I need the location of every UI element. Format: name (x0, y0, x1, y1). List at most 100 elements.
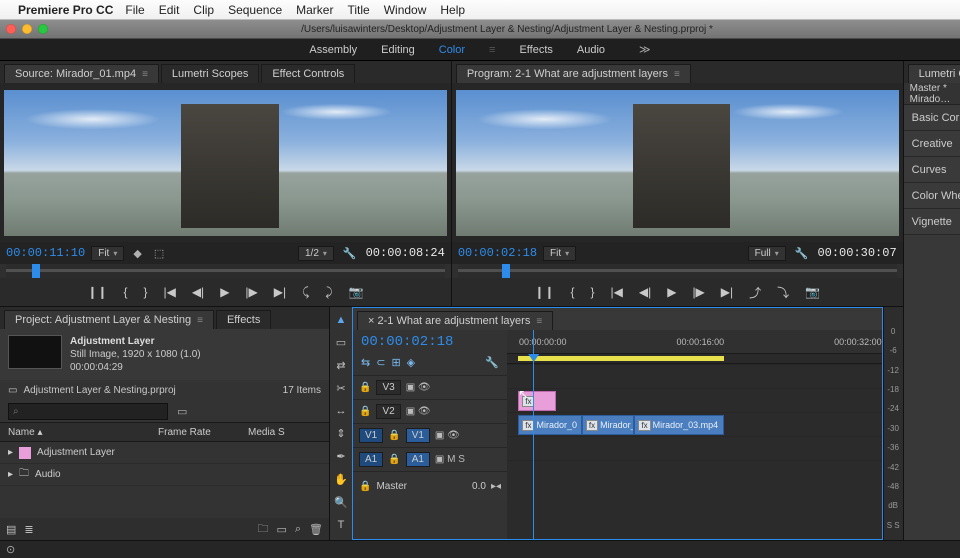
source-fit-dropdown[interactable]: Fit (91, 246, 124, 261)
sequence-overview[interactable] (507, 354, 882, 364)
timeline-timecode[interactable]: 00:00:02:18 (353, 330, 507, 354)
effect-controls-tab[interactable]: Effect Controls (261, 64, 355, 83)
menu-sequence[interactable]: Sequence (228, 3, 282, 17)
lumetri-master-row[interactable]: Master * Mirado…▾ 2-1 What are… (904, 83, 960, 105)
effects-tab[interactable]: Effects (216, 310, 271, 329)
export-frame-icon[interactable]: 📷 (802, 283, 823, 301)
mark-out-icon[interactable]: } (587, 283, 597, 301)
menu-clip[interactable]: Clip (193, 3, 214, 17)
menu-edit[interactable]: Edit (159, 3, 180, 17)
ripple-tool-icon[interactable]: ⇄ (336, 356, 345, 375)
lumetri-basic-correction[interactable]: Basic Correction✔ (904, 105, 960, 131)
timeline-tracks-area[interactable]: 00:00:00:0000:00:16:0000:00:32:00 fx ↖ f… (507, 330, 882, 539)
export-frame-icon[interactable]: 📷 (346, 283, 367, 301)
panel-menu-icon[interactable]: ≡ (536, 316, 542, 327)
time-ruler[interactable]: 00:00:00:0000:00:16:0000:00:32:00 (507, 330, 882, 354)
settings-icon[interactable]: ◈ (407, 356, 415, 369)
go-out-icon[interactable]: ▶| (718, 283, 736, 301)
step-back-icon[interactable]: ◀| (189, 283, 207, 301)
workspace-editing[interactable]: Editing (381, 44, 415, 56)
track-v2[interactable]: fx ↖ (507, 388, 882, 412)
workspace-color[interactable]: Color (439, 44, 465, 56)
project-search-input[interactable] (8, 403, 168, 420)
track-v1[interactable]: fxMirador_0 fxMirador_ fxMirador_03.mp4 (507, 412, 882, 436)
source-resolution-dropdown[interactable]: 1/2 (298, 246, 334, 261)
bin-name[interactable]: Adjustment Layer & Nesting.prproj (23, 385, 175, 396)
menu-marker[interactable]: Marker (296, 3, 333, 17)
hand-tool-icon[interactable]: ✋ (334, 470, 348, 489)
marker-icon[interactable]: ⊞ (391, 356, 400, 369)
slip-tool-icon[interactable]: ↔ (336, 402, 347, 420)
list-item[interactable]: ▸ Adjustment Layer (0, 442, 329, 464)
sequence-tab[interactable]: × 2-1 What are adjustment layers≡ (357, 311, 553, 330)
find-icon[interactable]: ⌕ (295, 523, 301, 536)
lift-icon[interactable]: ⤴ (746, 282, 764, 303)
step-back-icon[interactable]: ◀| (636, 283, 654, 301)
lumetri-curves[interactable]: Curves✔ (904, 157, 960, 183)
source-scrub-bar[interactable] (6, 264, 445, 278)
marker-icon[interactable]: ◆ (130, 247, 144, 260)
panel-menu-icon[interactable]: ≡ (197, 315, 203, 326)
razor-tool-icon[interactable]: ✂ (336, 379, 345, 398)
slide-tool-icon[interactable]: ⇕ (336, 424, 345, 443)
wrench-icon[interactable]: 🔧 (792, 247, 812, 260)
clip-mirador-03[interactable]: fxMirador_03.mp4 (634, 415, 724, 435)
clip-thumbnail[interactable] (8, 335, 62, 369)
type-tool-icon[interactable]: T (338, 516, 345, 534)
mark-in-icon[interactable]: { (120, 283, 130, 301)
source-tab[interactable]: Source: Mirador_01.mp4≡ (4, 64, 159, 83)
go-in-icon[interactable]: |◀ (160, 283, 178, 301)
traffic-minimize[interactable] (22, 24, 32, 34)
clip-mirador-01[interactable]: fxMirador_0 (518, 415, 582, 435)
wrench-icon[interactable]: 🔧 (340, 247, 360, 260)
project-tab[interactable]: Project: Adjustment Layer & Nesting≡ (4, 310, 214, 329)
add-marker-icon[interactable]: ❙❙ (531, 283, 557, 301)
play-icon[interactable]: ▶ (217, 283, 232, 301)
mark-in-icon[interactable]: { (567, 283, 577, 301)
save-icon[interactable]: ⬚ (151, 247, 167, 260)
lumetri-vignette[interactable]: Vignette✔ (904, 209, 960, 235)
lumetri-tab[interactable]: Lumetri Color≡ (908, 64, 960, 83)
add-marker-icon[interactable]: ❙❙ (84, 283, 110, 301)
program-fit-dropdown[interactable]: Fit (543, 246, 576, 261)
track-master[interactable] (507, 460, 882, 490)
track-header-master[interactable]: 🔒Master0.0▸◂ (353, 471, 507, 501)
menu-help[interactable]: Help (440, 3, 465, 17)
selection-tool-icon[interactable]: ▲ (336, 311, 347, 329)
program-out-timecode[interactable]: 00:00:30:07 (817, 246, 896, 260)
delete-icon[interactable]: 🗑 (309, 523, 323, 536)
filter-icon[interactable]: ▭ (174, 405, 190, 418)
panel-menu-icon[interactable]: ≡ (674, 69, 680, 80)
go-in-icon[interactable]: |◀ (607, 283, 625, 301)
play-icon[interactable]: ▶ (664, 283, 679, 301)
step-fwd-icon[interactable]: |▶ (689, 283, 707, 301)
link-icon[interactable]: ⊂ (376, 356, 385, 369)
col-media-start[interactable]: Media S (240, 427, 293, 438)
lumetri-color-wheels[interactable]: Color Wheels✔ (904, 183, 960, 209)
source-out-timecode[interactable]: 00:00:08:24 (366, 246, 445, 260)
menu-title[interactable]: Title (347, 3, 369, 17)
playhead[interactable] (533, 330, 534, 539)
program-in-timecode[interactable]: 00:00:02:18 (458, 246, 537, 260)
track-header-v2[interactable]: 🔒V2▣ 👁 (353, 399, 507, 423)
menu-file[interactable]: File (125, 3, 144, 17)
program-resolution-dropdown[interactable]: Full (748, 246, 786, 261)
workspace-audio[interactable]: Audio (577, 44, 605, 56)
program-tab[interactable]: Program: 2-1 What are adjustment layers≡ (456, 64, 691, 83)
menu-window[interactable]: Window (384, 3, 427, 17)
zoom-tool-icon[interactable]: 🔍 (334, 493, 348, 512)
app-name[interactable]: Premiere Pro CC (18, 3, 113, 17)
track-select-tool-icon[interactable]: ▭ (336, 333, 346, 352)
program-preview[interactable] (452, 83, 903, 242)
mark-out-icon[interactable]: } (140, 283, 150, 301)
extract-icon[interactable]: ⤵ (774, 282, 792, 303)
insert-icon[interactable]: ⤹ (299, 283, 312, 302)
pen-tool-icon[interactable]: ✒ (336, 447, 345, 466)
icon-view-icon[interactable]: ≣ (24, 523, 33, 536)
clip-mirador-02[interactable]: fxMirador_ (582, 415, 634, 435)
wrench-icon[interactable]: 🔧 (485, 356, 499, 369)
panel-menu-icon[interactable]: ≡ (142, 69, 148, 80)
workspace-overflow-icon[interactable]: ≫ (639, 43, 651, 56)
track-header-v3[interactable]: 🔒V3▣ 👁 (353, 375, 507, 399)
track-v3[interactable] (507, 364, 882, 388)
